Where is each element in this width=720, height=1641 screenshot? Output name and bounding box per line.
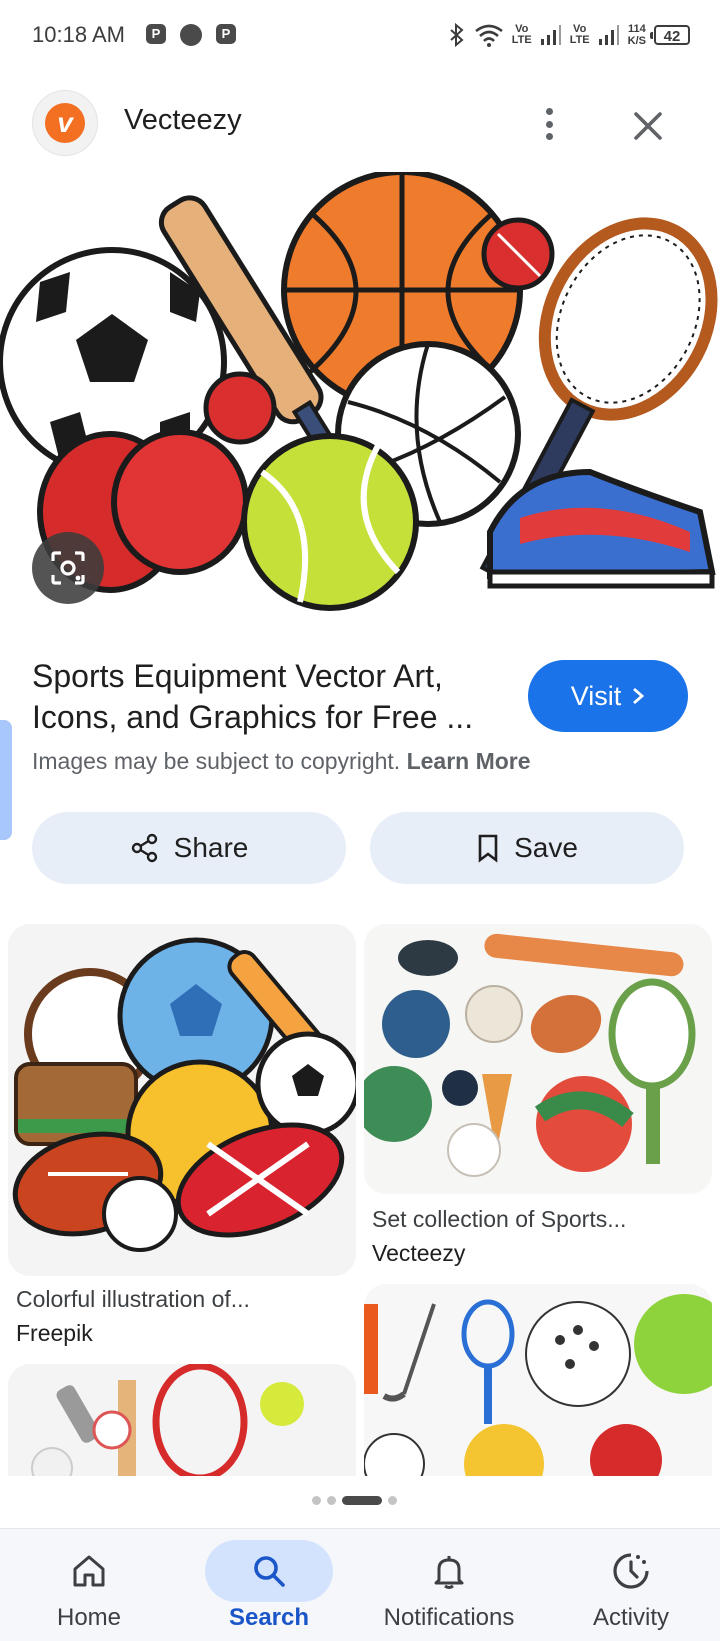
close-icon[interactable] bbox=[628, 106, 668, 146]
nav-home-pill bbox=[25, 1540, 153, 1602]
related-caption[interactable]: Set collection of Sports... bbox=[372, 1206, 626, 1233]
share-button[interactable]: Share bbox=[32, 812, 346, 884]
visit-button[interactable]: Visit bbox=[528, 660, 688, 732]
bell-icon bbox=[434, 1556, 464, 1589]
visit-label: Visit bbox=[570, 680, 622, 711]
bluetooth-icon bbox=[450, 23, 464, 47]
related-image-3[interactable] bbox=[8, 1364, 356, 1476]
bookmark-icon bbox=[478, 834, 498, 863]
page-dot bbox=[312, 1496, 321, 1505]
signal-icon bbox=[598, 25, 619, 45]
page-indicator bbox=[312, 1496, 397, 1505]
page-dot-active bbox=[342, 1496, 382, 1505]
notification-app-icon bbox=[180, 24, 202, 46]
save-label: Save bbox=[514, 832, 578, 863]
copyright-text: Images may be subject to copyright. bbox=[32, 748, 401, 774]
related-image-2[interactable] bbox=[364, 924, 712, 1194]
network-speed: 114 K/S bbox=[627, 23, 646, 47]
nav-notifications[interactable]: Notifications bbox=[364, 1540, 534, 1640]
nav-activity[interactable]: Activity bbox=[546, 1540, 716, 1640]
wifi-icon bbox=[474, 24, 503, 47]
status-bar: 10:18 AM P P Vo LTE Vo LTE 114 K/S 42 bbox=[0, 0, 720, 72]
vecteezy-logo-icon: v bbox=[45, 103, 85, 143]
nav-label: Home bbox=[56, 1604, 122, 1631]
activity-icon bbox=[613, 1553, 649, 1589]
volte-indicator: Vo LTE bbox=[569, 23, 590, 46]
chevron-right-icon bbox=[633, 687, 645, 705]
sports-equipment-illustration bbox=[0, 172, 718, 611]
related-source: Vecteezy bbox=[372, 1240, 466, 1266]
home-icon bbox=[73, 1555, 105, 1587]
colorful-sports-balls-illustration bbox=[12, 937, 356, 1252]
related-image-1[interactable] bbox=[8, 924, 356, 1276]
side-panel-handle[interactable] bbox=[0, 720, 12, 840]
lens-camera-icon bbox=[51, 551, 85, 585]
related-caption[interactable]: Colorful illustration of... bbox=[16, 1286, 250, 1313]
sports-balls-illustration bbox=[364, 1294, 712, 1476]
learn-more-link[interactable]: Learn More bbox=[407, 748, 531, 774]
nav-activity-pill bbox=[567, 1540, 695, 1602]
result-title[interactable]: Sports Equipment Vector Art, Icons, and … bbox=[32, 656, 492, 738]
status-indicators: Vo LTE Vo LTE 114 K/S 42 bbox=[448, 20, 690, 50]
nav-search-pill bbox=[205, 1540, 333, 1602]
source-name[interactable]: Vecteezy bbox=[124, 104, 242, 137]
save-button[interactable]: Save bbox=[370, 812, 684, 884]
related-source: Freepik bbox=[16, 1320, 93, 1346]
result-image[interactable] bbox=[0, 172, 720, 634]
notification-app-icon: P bbox=[146, 24, 166, 44]
search-icon bbox=[254, 1556, 285, 1587]
nav-label: Search bbox=[228, 1604, 310, 1631]
source-logo[interactable]: v bbox=[32, 90, 98, 156]
nav-notifications-pill bbox=[385, 1540, 513, 1602]
nav-search[interactable]: Search bbox=[184, 1540, 354, 1640]
sports-collection-illustration bbox=[364, 933, 696, 1177]
google-lens-button[interactable] bbox=[32, 532, 104, 604]
related-image-4[interactable] bbox=[364, 1284, 712, 1476]
volte-indicator: Vo LTE bbox=[511, 23, 532, 46]
copyright-notice: Images may be subject to copyright. Lear… bbox=[32, 748, 531, 775]
signal-icon bbox=[540, 25, 561, 45]
nav-label: Activity bbox=[592, 1604, 669, 1631]
status-time: 10:18 AM bbox=[32, 22, 125, 47]
notification-app-icon: P bbox=[216, 24, 236, 44]
nav-home[interactable]: Home bbox=[4, 1540, 174, 1640]
page-dot bbox=[388, 1496, 397, 1505]
battery-indicator: 42 bbox=[650, 25, 690, 45]
share-label: Share bbox=[173, 832, 249, 863]
nav-label: Notifications bbox=[383, 1604, 515, 1631]
more-options-icon[interactable] bbox=[534, 104, 564, 144]
page-dot bbox=[327, 1496, 336, 1505]
sports-gear-illustration bbox=[31, 1364, 304, 1476]
share-icon bbox=[131, 833, 157, 863]
